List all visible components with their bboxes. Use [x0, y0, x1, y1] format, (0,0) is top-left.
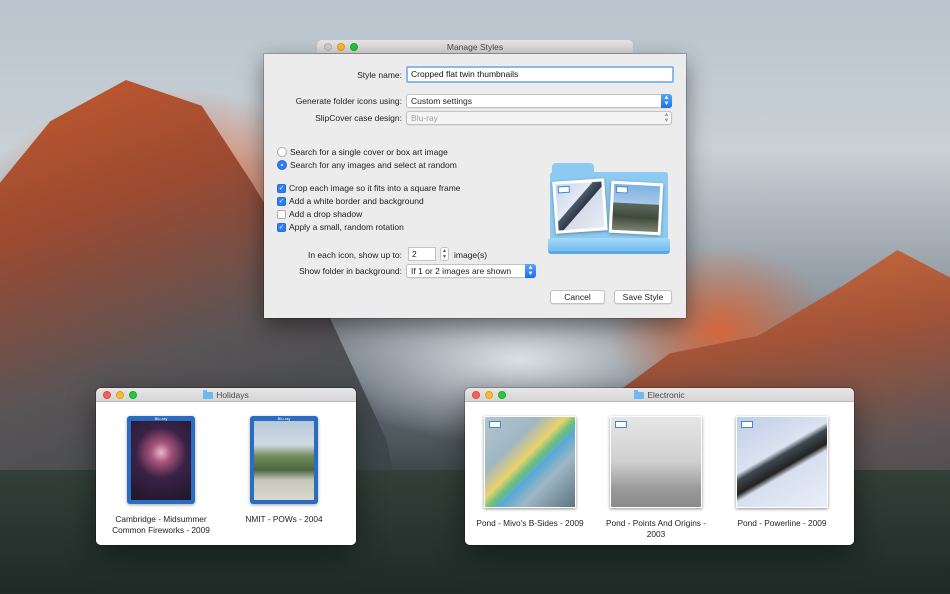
case-design-value: Blu-ray — [411, 113, 438, 123]
checkbox-empty-icon — [277, 209, 286, 219]
checkmark-icon: ✓ — [277, 222, 286, 232]
generate-using-popup[interactable]: Custom settings ▲ ▼ — [406, 94, 672, 108]
folder-background-value: If 1 or 2 images are shown — [411, 266, 512, 276]
list-item[interactable]: Pond - Powerline - 2009 — [727, 416, 837, 529]
generate-using-value: Custom settings — [411, 96, 472, 106]
manage-styles-sheet: Style name: Cropped flat twin thumbnails… — [264, 54, 686, 318]
album-cover-icon — [610, 416, 702, 508]
case-design-label: SlipCover case design: — [315, 113, 402, 123]
close-button[interactable] — [324, 43, 332, 51]
folder-background-label: Show folder in background: — [298, 266, 402, 276]
checkbox-crop[interactable]: ✓ Crop each image so it fits into a squa… — [277, 183, 461, 193]
item-label: NMIT - POWs - 2004 — [245, 514, 323, 524]
list-item[interactable]: Pond - Mivo's B-Sides - 2009 — [475, 416, 585, 529]
checkbox-shadow[interactable]: Add a drop shadow — [277, 209, 362, 219]
blu-ray-case-icon: Blu-ray — [250, 416, 318, 504]
radio-single-label: Search for a single cover or box art ima… — [290, 147, 448, 157]
window-controls — [103, 391, 137, 399]
close-button[interactable] — [472, 391, 480, 399]
radio-random-label: Search for any images and select at rand… — [290, 160, 457, 170]
manage-styles-window: Manage Styles — [317, 40, 633, 54]
window-title: Manage Styles — [446, 42, 504, 52]
folder-icon-preview — [548, 160, 670, 258]
preview-thumbnail-building — [608, 180, 664, 236]
checkmark-icon: ✓ — [277, 196, 286, 206]
checkbox-border-label: Add a white border and background — [289, 196, 424, 206]
blu-ray-case-icon: Blu-ray — [127, 416, 195, 504]
list-item[interactable]: Blu-ray Cambridge - Midsummer Common Fir… — [106, 416, 216, 536]
style-name-field[interactable]: Cropped flat twin thumbnails — [406, 66, 674, 83]
generate-using-label: Generate folder icons using: — [295, 96, 402, 106]
zoom-button[interactable] — [129, 391, 137, 399]
window-title: Electronic — [647, 390, 685, 400]
popup-arrows-icon: ▲ ▼ — [525, 264, 536, 278]
case-design-popup[interactable]: Blu-ray ▲ ▼ — [406, 111, 672, 125]
minimize-button[interactable] — [337, 43, 345, 51]
checkbox-shadow-label: Add a drop shadow — [289, 209, 363, 219]
list-item[interactable]: Pond - Points And Origins - 2003 — [601, 416, 711, 540]
holidays-finder-window: Holidays Blu-ray Cambridge - Midsummer C… — [96, 388, 356, 545]
item-label: Pond - Powerline - 2009 — [737, 518, 827, 528]
window-title: Holidays — [216, 390, 249, 400]
radio-button-selected-icon — [277, 160, 287, 170]
folder-icon — [634, 389, 645, 399]
electronic-titlebar[interactable]: Electronic — [465, 388, 854, 402]
checkmark-icon: ✓ — [277, 183, 286, 193]
folder-icon — [203, 389, 214, 399]
item-label: Cambridge - Midsummer Common Fireworks -… — [112, 514, 210, 535]
image-count-stepper[interactable]: ▲ ▼ — [440, 247, 449, 261]
checkbox-rotation-label: Apply a small, random rotation — [289, 222, 404, 232]
zoom-button[interactable] — [350, 43, 358, 51]
checkbox-border[interactable]: ✓ Add a white border and background — [277, 196, 424, 206]
manage-styles-titlebar[interactable]: Manage Styles — [317, 40, 633, 54]
item-label: Pond - Mivo's B-Sides - 2009 — [476, 518, 584, 528]
close-button[interactable] — [103, 391, 111, 399]
minimize-button[interactable] — [485, 391, 493, 399]
electronic-finder-window: Electronic Pond - Mivo's B-Sides - 2009 … — [465, 388, 854, 545]
zoom-button[interactable] — [498, 391, 506, 399]
window-controls — [472, 391, 506, 399]
popup-arrows-icon: ▲ ▼ — [663, 112, 670, 124]
image-count-unit: image(s) — [454, 250, 488, 260]
folder-background-popup[interactable]: If 1 or 2 images are shown ▲ ▼ — [406, 264, 536, 278]
image-count-field[interactable]: 2 — [408, 247, 436, 261]
list-item[interactable]: Blu-ray NMIT - POWs - 2004 — [229, 416, 339, 525]
popup-arrows-icon: ▲ ▼ — [661, 94, 672, 108]
checkbox-crop-label: Crop each image so it fits into a square… — [289, 183, 461, 193]
checkbox-rotation[interactable]: ✓ Apply a small, random rotation — [277, 222, 404, 232]
window-controls — [324, 43, 358, 51]
preview-thumbnail-cable — [552, 178, 608, 234]
style-name-label: Style name: — [357, 70, 402, 80]
minimize-button[interactable] — [116, 391, 124, 399]
radio-button-icon — [277, 147, 287, 157]
save-style-button[interactable]: Save Style — [614, 290, 672, 304]
album-cover-icon — [484, 416, 576, 508]
item-label: Pond - Points And Origins - 2003 — [605, 518, 707, 539]
holidays-titlebar[interactable]: Holidays — [96, 388, 356, 402]
show-up-to-label: In each icon, show up to: — [307, 250, 402, 260]
electronic-content: Pond - Mivo's B-Sides - 2009 Pond - Poin… — [465, 402, 854, 545]
cancel-button[interactable]: Cancel — [550, 290, 605, 304]
album-cover-icon — [736, 416, 828, 508]
radio-random-images[interactable]: Search for any images and select at rand… — [277, 160, 457, 170]
radio-single-cover[interactable]: Search for a single cover or box art ima… — [277, 147, 448, 157]
holidays-content: Blu-ray Cambridge - Midsummer Common Fir… — [96, 402, 356, 545]
folder-front — [548, 238, 670, 254]
